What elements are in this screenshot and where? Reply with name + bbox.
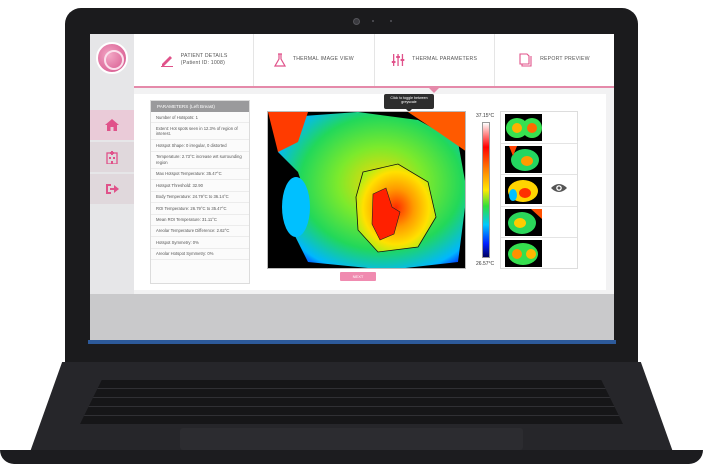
parameter-item: Temperature: 2.73°C increase wrt surroun… (151, 152, 249, 169)
parameter-item: Areolar Hotspot Symmetry: 0% (151, 249, 249, 261)
tab-label: REPORT PREVIEW (540, 56, 590, 63)
flask-icon (273, 53, 286, 67)
home-icon (105, 119, 119, 131)
parameters-list: PARAMETERS (Left Breast) Number of Hotsp… (150, 100, 250, 284)
thumbnail-image (505, 114, 542, 141)
eye-icon[interactable] (551, 183, 567, 193)
touchpad (180, 428, 523, 450)
thumbnail-image (505, 177, 542, 205)
tab-thermal-image-view[interactable]: THERMAL IMAGE VIEW (254, 34, 375, 86)
camera-indicator (390, 20, 392, 22)
parameter-item: Max Hotspot Temperature: 35.47°C (151, 169, 249, 181)
tab-report-preview[interactable]: REPORT PREVIEW (495, 34, 614, 86)
parameter-item: Hotspot Threshold: 32.90 (151, 180, 249, 192)
parameter-item: ROI Temperature: 26.79°C to 35.47°C (151, 203, 249, 215)
laptop-mockup: PATIENT DETAILS (Patient ID: 1008) THERM… (0, 0, 703, 472)
logout-icon (105, 184, 119, 194)
sidebar-item-home[interactable] (90, 110, 134, 140)
thumbnail-item[interactable] (501, 175, 577, 207)
temperature-scale (482, 122, 490, 258)
laptop-screen: PATIENT DETAILS (Patient ID: 1008) THERM… (90, 34, 614, 342)
toggle-tooltip: Click to toggle between greyscale (384, 94, 434, 112)
tab-label: THERMAL IMAGE VIEW (292, 56, 354, 63)
webcam (353, 18, 360, 25)
parameter-item: Hotspot Shape: 0 irregular, 0 distorted (151, 140, 249, 152)
parameter-item: Mean ROI Temperature: 31.11°C (151, 215, 249, 226)
camera-indicator (372, 20, 374, 22)
thermal-image[interactable] (267, 111, 466, 269)
thermal-image-graphic (268, 112, 465, 268)
laptop-front-edge (0, 450, 703, 464)
next-button[interactable]: NEXT (340, 272, 376, 281)
keyboard (80, 380, 623, 424)
scale-min-label: 26.57°C (476, 261, 495, 267)
laptop-base (0, 362, 703, 472)
thumbnail-list (500, 111, 578, 269)
tab-patient-details[interactable]: PATIENT DETAILS (Patient ID: 1008) (134, 34, 255, 86)
tab-label: PATIENT DETAILS (Patient ID: 1008) (180, 52, 228, 66)
parameter-item: Body Temperature: 24.79°C to 36.14°C (151, 192, 249, 204)
thumbnail-item[interactable] (501, 207, 577, 239)
tab-label: THERMAL PARAMETERS (412, 56, 478, 63)
thermal-app: PATIENT DETAILS (Patient ID: 1008) THERM… (90, 34, 614, 294)
parameter-item: Number of Hotspots: 1 (151, 112, 249, 124)
screen-bezel-edge (88, 340, 616, 344)
sliders-icon (391, 54, 405, 66)
parameter-item: Extent: Hot spots seen in 12.3% of regio… (151, 123, 249, 141)
parameter-item: Hotspot Symmetry: 0% (151, 237, 249, 249)
sidebar-item-hospital[interactable] (90, 142, 134, 172)
sidebar-item-logout[interactable] (90, 174, 134, 204)
parameter-item: Areolar Temperature Difference: 2.62°C (151, 226, 249, 238)
tab-thermal-parameters[interactable]: THERMAL PARAMETERS (375, 34, 495, 93)
parameters-panel: PARAMETERS (Left Breast) Number of Hotsp… (134, 94, 606, 290)
app-logo (96, 42, 128, 74)
hospital-icon (106, 150, 118, 164)
tab-bar: PATIENT DETAILS (Patient ID: 1008) THERM… (134, 34, 614, 93)
thumbnail-image (505, 240, 542, 268)
thumbnail-item[interactable] (501, 112, 577, 144)
left-sidebar (90, 34, 134, 294)
parameters-title: PARAMETERS (Left Breast) (151, 101, 249, 112)
thumbnail-item[interactable] (501, 238, 577, 270)
thumbnail-image (505, 145, 542, 173)
pencil-icon (160, 56, 173, 67)
scale-max-label: 37.15°C (476, 113, 495, 119)
thumbnail-item[interactable] (501, 144, 577, 176)
thumbnail-image (505, 208, 542, 236)
document-icon (519, 53, 532, 67)
